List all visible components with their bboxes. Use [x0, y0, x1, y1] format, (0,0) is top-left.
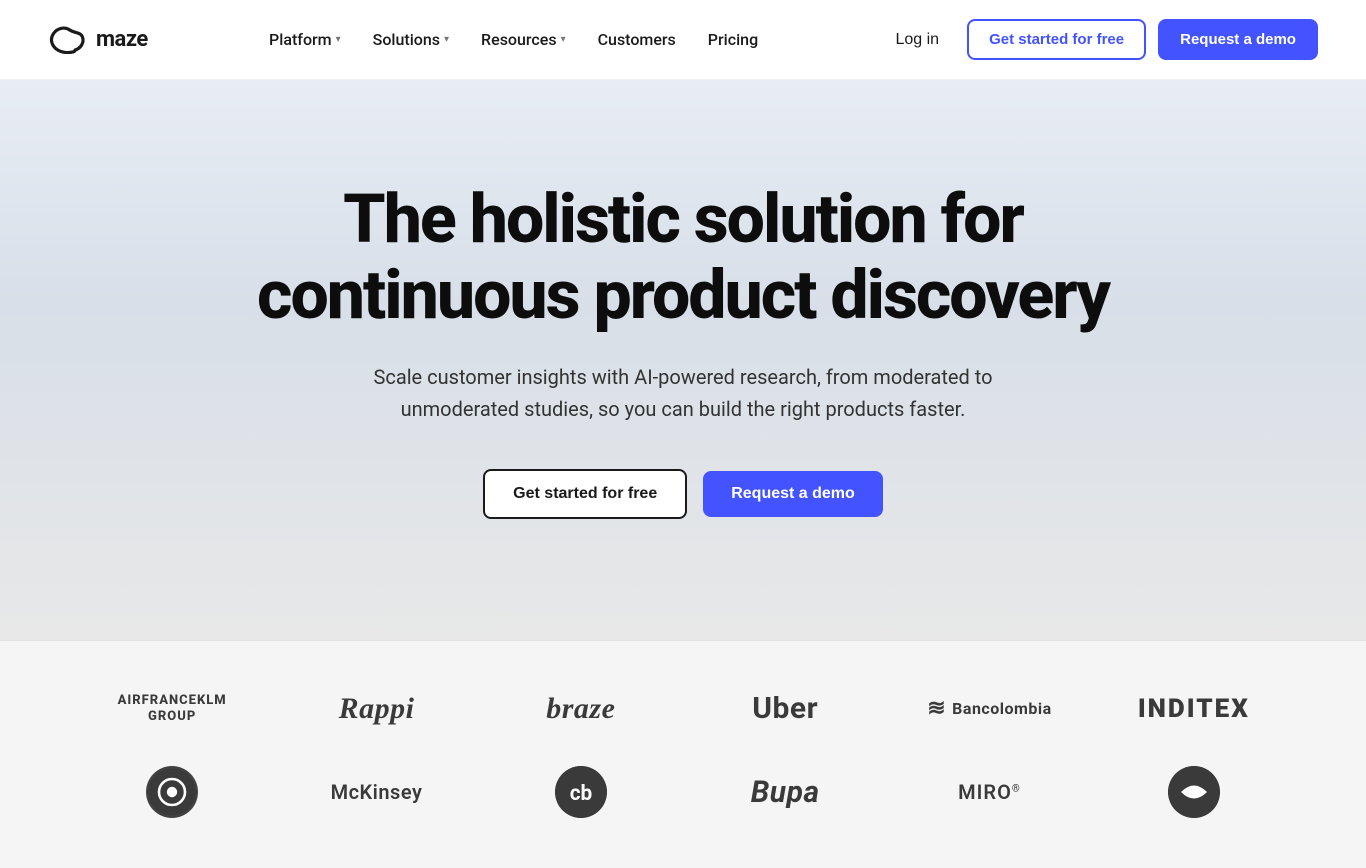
nav-link-customers[interactable]: Customers [586, 22, 688, 57]
hero-subtitle: Scale customer insights with AI-powered … [343, 361, 1023, 425]
logo-circle-1 [80, 766, 264, 818]
logo-mckinsey: McKinsey [284, 780, 468, 804]
resources-chevron-icon: ▾ [561, 34, 566, 45]
logo-bupa: Bupa [693, 775, 877, 810]
circle-logo-icon-3 [1168, 766, 1220, 818]
logos-section: AIRFRANCEKLMGROUP Rappi braze Uber ≋ Ban… [0, 640, 1366, 868]
logo-text: maze [96, 27, 148, 52]
nav-get-started-button[interactable]: Get started for free [967, 19, 1146, 60]
logo-circle-2: cb [489, 766, 673, 818]
nav-item-solutions: Solutions ▾ [361, 22, 461, 57]
logos-row-1: AIRFRANCEKLMGROUP Rappi braze Uber ≋ Ban… [80, 691, 1286, 726]
circle-logo-icon-2: cb [555, 766, 607, 818]
navbar: maze Platform ▾ Solutions ▾ Resources ▾ … [0, 0, 1366, 80]
nav-link-pricing[interactable]: Pricing [696, 22, 770, 57]
logo-uber: Uber [693, 691, 877, 726]
nav-item-platform: Platform ▾ [257, 22, 353, 57]
hero-section: The holistic solution for continuous pro… [0, 80, 1366, 640]
logo-bancolombia: ≋ Bancolombia [897, 696, 1081, 721]
login-button[interactable]: Log in [879, 23, 955, 57]
nav-actions: Log in Get started for free Request a de… [879, 19, 1318, 60]
nav-link-solutions[interactable]: Solutions ▾ [361, 22, 461, 57]
svg-text:cb: cb [570, 782, 593, 806]
circle-logo-icon-1 [146, 766, 198, 818]
nav-item-customers: Customers [586, 22, 688, 57]
nav-request-demo-button[interactable]: Request a demo [1158, 19, 1318, 60]
hero-get-started-button[interactable]: Get started for free [483, 469, 687, 519]
logo-airfranceklm: AIRFRANCEKLMGROUP [80, 693, 264, 724]
hero-request-demo-button[interactable]: Request a demo [703, 471, 883, 517]
nav-item-pricing: Pricing [696, 22, 770, 57]
logo-circle-3 [1102, 766, 1286, 818]
bancolombia-waves-icon: ≋ [927, 696, 946, 721]
hero-actions: Get started for free Request a demo [483, 469, 883, 519]
nav-links: Platform ▾ Solutions ▾ Resources ▾ Custo… [257, 22, 770, 57]
maze-logo-icon [48, 26, 88, 54]
solutions-chevron-icon: ▾ [444, 34, 449, 45]
hero-title: The holistic solution for continuous pro… [233, 181, 1133, 333]
nav-link-resources[interactable]: Resources ▾ [469, 22, 578, 57]
logo-inditex: INDITEX [1102, 694, 1286, 724]
unknown-logo-svg-1 [146, 766, 198, 818]
nav-link-platform[interactable]: Platform ▾ [257, 22, 353, 57]
platform-chevron-icon: ▾ [336, 34, 341, 45]
logo-rappi: Rappi [284, 692, 468, 726]
logo-link[interactable]: maze [48, 26, 148, 54]
logo-braze: braze [489, 692, 673, 726]
nav-item-resources: Resources ▾ [469, 22, 578, 57]
logo-miro: MIRO® [897, 780, 1081, 804]
logos-row-2: McKinsey cb Bupa MIRO® [80, 766, 1286, 818]
